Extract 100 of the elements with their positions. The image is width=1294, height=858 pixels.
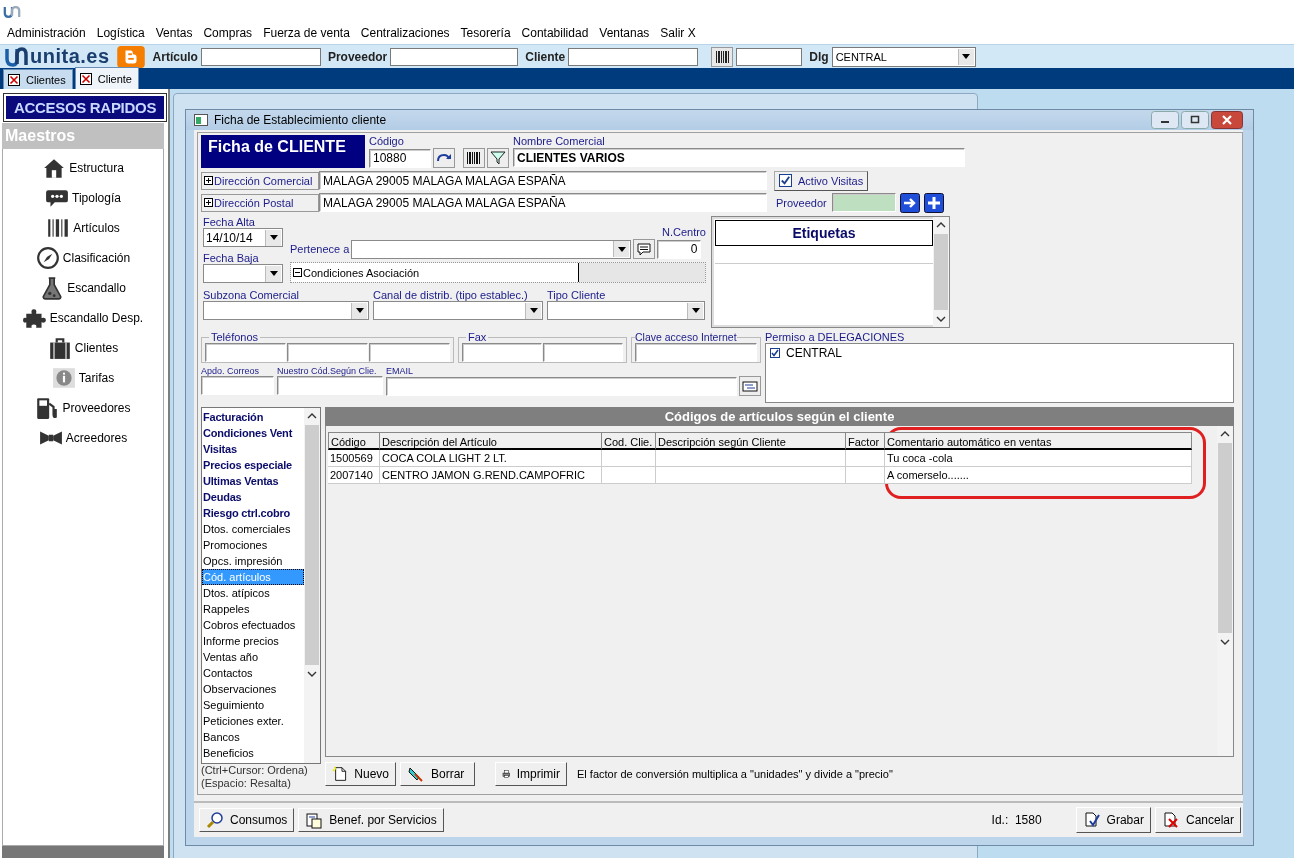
sidebar-item[interactable]: Escandallo Desp.	[3, 306, 163, 330]
list-item[interactable]: Opcs. impresión	[202, 553, 304, 569]
sidebar-item[interactable]: Tipología	[3, 186, 163, 210]
input-field[interactable]: 0	[657, 239, 702, 259]
dropdown-field[interactable]	[203, 301, 369, 320]
menu-item[interactable]: Centralizaciones	[355, 26, 456, 40]
column-header[interactable]: Factor	[846, 432, 885, 450]
list-item[interactable]: Informe precios	[202, 633, 304, 649]
list-item[interactable]: Visitas	[202, 441, 304, 457]
input-field[interactable]: CLIENTES VARIOS	[513, 148, 965, 167]
arrow-right-button[interactable]	[899, 192, 920, 213]
list-item[interactable]: Rappeles	[202, 601, 304, 617]
input-field[interactable]	[462, 343, 542, 362]
close-button[interactable]	[1211, 111, 1243, 129]
consumption-button[interactable]: Consumos	[199, 808, 295, 832]
list-item[interactable]: Deudas	[202, 489, 304, 505]
barcode-button[interactable]	[711, 46, 734, 67]
scrollbar[interactable]	[933, 217, 949, 327]
input-field[interactable]	[390, 47, 519, 66]
list-item[interactable]: Riesgo ctrl.cobro	[202, 505, 304, 521]
menu-item[interactable]: Compras	[198, 26, 259, 40]
column-header[interactable]: Comentario automático en ventas	[885, 432, 1192, 450]
maximize-button[interactable]	[1181, 111, 1209, 129]
input-field[interactable]	[635, 343, 757, 362]
input-field[interactable]	[277, 376, 383, 395]
menu-item[interactable]: Logística	[91, 26, 151, 40]
expand-label[interactable]: Dirección Postal	[201, 193, 319, 212]
list-item[interactable]: Facturación	[202, 409, 304, 425]
input-field[interactable]	[543, 343, 623, 362]
menu-item[interactable]: Tesorería	[455, 26, 517, 40]
column-header[interactable]: Descripción según Cliente	[656, 432, 846, 450]
list-item[interactable]: Cobros efectuados	[202, 617, 304, 633]
list-item[interactable]: Condiciones Vent	[202, 425, 304, 441]
chevron-down-icon[interactable]	[1220, 639, 1230, 645]
chevron-down-icon[interactable]	[936, 316, 946, 322]
menu-item[interactable]: Salir X	[655, 26, 702, 40]
input-field[interactable]: 10880	[369, 148, 431, 168]
list-item[interactable]: Bancos	[202, 729, 304, 745]
sidebar-item[interactable]: Artículos	[3, 216, 163, 240]
input-field[interactable]	[200, 47, 321, 66]
chevron-up-icon[interactable]	[307, 413, 317, 419]
input-field[interactable]	[287, 343, 368, 362]
list-item[interactable]: Peticiones exter.	[202, 713, 304, 729]
redo-button[interactable]	[433, 148, 455, 168]
dropdown-field[interactable]	[351, 239, 632, 259]
input-field[interactable]	[201, 376, 274, 395]
input-field[interactable]	[831, 193, 896, 212]
list-item[interactable]: Precios especiale	[202, 457, 304, 473]
sidebar-item[interactable]: Estructura	[3, 156, 163, 180]
column-header[interactable]: Descripción del Artículo	[380, 432, 602, 450]
list-item[interactable]: Promociones	[202, 537, 304, 553]
sidebar-item[interactable]: Clientes	[3, 336, 163, 360]
minimize-button[interactable]	[1151, 111, 1179, 129]
delete-button[interactable]: Borrar	[400, 762, 475, 786]
date-dropdown[interactable]	[203, 264, 283, 283]
list-item[interactable]: Ultimas Ventas	[202, 473, 304, 489]
dropdown-field[interactable]	[373, 301, 543, 320]
column-header[interactable]: Cod. Clie.	[602, 432, 656, 450]
chevron-up-icon[interactable]	[936, 222, 946, 228]
checkbox-item[interactable]: CENTRAL	[770, 346, 1229, 360]
list-item[interactable]: Dtos. atípicos	[202, 585, 304, 601]
menu-item[interactable]: Administración	[2, 26, 92, 40]
barcode-button[interactable]	[463, 148, 485, 168]
list-item[interactable]: Contactos	[202, 665, 304, 681]
expand-label[interactable]: Dirección Comercial	[201, 171, 319, 190]
chevron-down-icon[interactable]	[307, 671, 317, 677]
email-button[interactable]	[739, 376, 761, 396]
chevron-up-icon[interactable]	[1220, 431, 1230, 437]
date-dropdown[interactable]: 14/10/14	[203, 228, 283, 247]
dropdown-field[interactable]	[547, 301, 705, 320]
save-button[interactable]: Grabar	[1075, 807, 1151, 833]
sidebar-item[interactable]: Proveedores	[3, 396, 163, 420]
input-field[interactable]	[386, 376, 737, 396]
new-button[interactable]: Nuevo	[325, 762, 396, 786]
menu-item[interactable]: Ventanas	[594, 26, 656, 40]
scrollbar[interactable]	[304, 408, 320, 763]
add-button[interactable]	[923, 192, 944, 213]
list-item[interactable]: Beneficios	[202, 745, 304, 761]
tab[interactable]: Clientes	[3, 69, 73, 89]
column-header[interactable]: Código	[328, 432, 380, 450]
menu-item[interactable]: Ventas	[150, 26, 199, 40]
list-item[interactable]: Dtos. comerciales	[202, 521, 304, 537]
services-button[interactable]: Benef. por Servicios	[298, 808, 444, 832]
close-icon[interactable]	[8, 73, 20, 86]
menu-item[interactable]: Fuerza de venta	[258, 26, 356, 40]
input-field[interactable]	[205, 343, 286, 362]
filter-button[interactable]	[487, 148, 509, 168]
tab[interactable]: Cliente	[74, 67, 139, 89]
close-icon[interactable]	[79, 72, 92, 85]
blog-icon[interactable]	[115, 45, 146, 68]
list-item[interactable]: Observaciones	[202, 681, 304, 697]
menu-item[interactable]: Contabilidad	[516, 26, 595, 40]
sidebar-item[interactable]: Escandallo	[3, 276, 163, 300]
checkbox-button[interactable]: Activo Visitas	[774, 170, 869, 191]
comment-button[interactable]	[633, 239, 656, 259]
input-field[interactable]: MALAGA 29005 MALAGA MALAGA ESPAÑA	[319, 171, 767, 190]
sidebar-item[interactable]: Tarifas	[3, 366, 163, 390]
input-field[interactable]	[736, 47, 803, 66]
list-item[interactable]: Seguimiento	[202, 697, 304, 713]
input-field[interactable]: MALAGA 29005 MALAGA MALAGA ESPAÑA	[319, 193, 767, 212]
